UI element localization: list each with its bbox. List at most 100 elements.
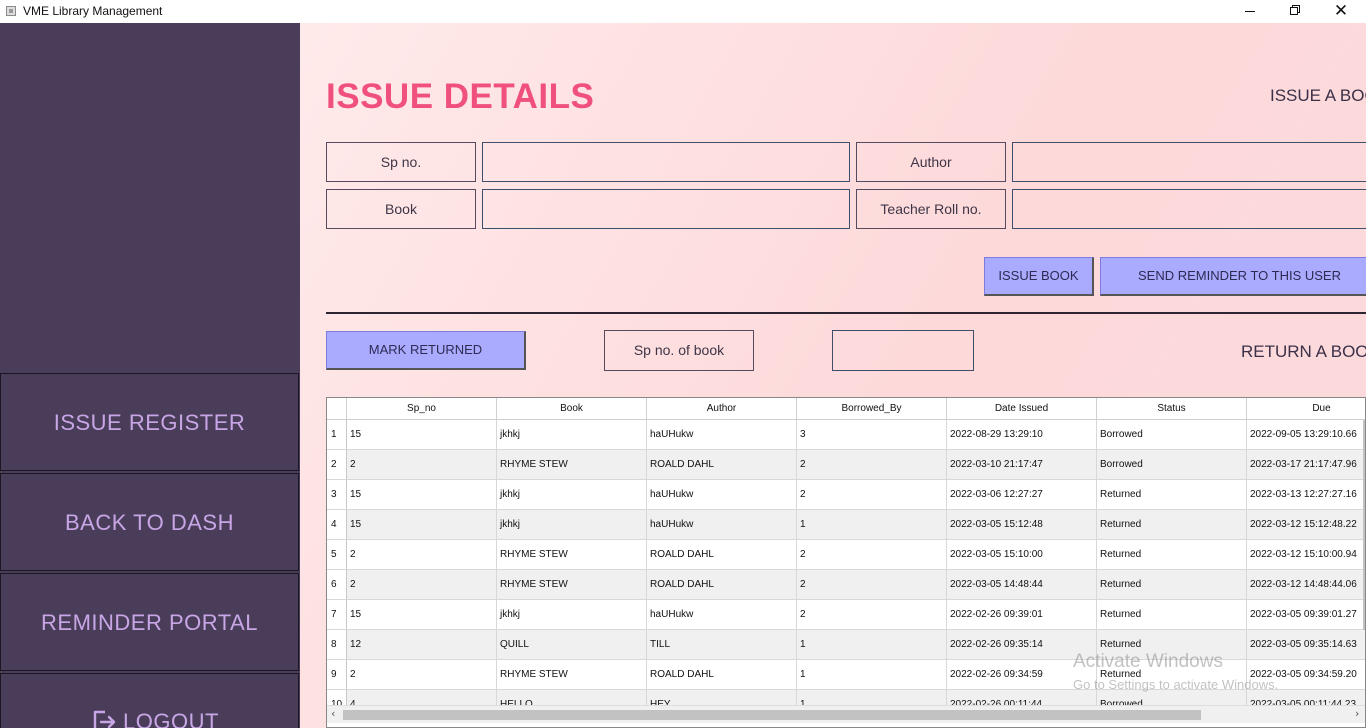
horizontal-scrollbar[interactable]: ‹ › <box>327 705 1365 723</box>
author-input[interactable] <box>1012 142 1366 182</box>
table-cell[interactable]: 2022-03-12 15:10:00.94 <box>1247 540 1365 570</box>
table-cell[interactable]: 2022-03-12 14:48:44.06 <box>1247 570 1365 600</box>
table-cell[interactable]: 15 <box>347 600 497 630</box>
table-cell[interactable]: 2022-09-05 13:29:10.66 <box>1247 420 1365 450</box>
table-cell[interactable]: 2 <box>797 570 947 600</box>
column-header[interactable]: Sp_no <box>347 398 497 420</box>
issue-book-button[interactable]: ISSUE BOOK <box>984 257 1094 296</box>
table-cell[interactable]: 2022-03-05 15:12:48 <box>947 510 1097 540</box>
table-cell[interactable]: 2022-03-12 15:12:48.22 <box>1247 510 1365 540</box>
table-cell[interactable]: 2022-03-05 15:10:00 <box>947 540 1097 570</box>
table-cell[interactable]: 2022-03-05 14:48:44 <box>947 570 1097 600</box>
mark-returned-button[interactable]: MARK RETURNED <box>326 331 526 370</box>
table-cell[interactable]: 2 <box>347 540 497 570</box>
table-cell[interactable]: haUHukw <box>647 600 797 630</box>
table-cell[interactable]: TILL <box>647 630 797 660</box>
scrollbar-thumb[interactable] <box>343 710 1201 720</box>
table-cell[interactable]: QUILL <box>497 630 647 660</box>
sidebar-item-back-to-dash[interactable]: BACK TO DASH <box>0 473 299 571</box>
table-row[interactable]: 7 15 jkhkj haUHukw 2 2022-02-26 09:39:01 Retur… <box>327 600 1365 630</box>
table-cell[interactable]: 2022-02-26 09:39:01 <box>947 600 1097 630</box>
column-header[interactable]: Author <box>647 398 797 420</box>
logout-label: LOGOUT <box>123 709 219 728</box>
table-cell[interactable]: 3 <box>797 420 947 450</box>
table-cell[interactable]: RHYME STEW <box>497 570 647 600</box>
close-button[interactable]: ✕ <box>1318 0 1364 23</box>
table-cell[interactable]: 1 <box>797 510 947 540</box>
table-cell[interactable]: jkhkj <box>497 420 647 450</box>
table-cell[interactable]: 2 <box>347 660 497 690</box>
table-cell[interactable]: 2 <box>347 450 497 480</box>
teacher-roll-input[interactable] <box>1012 189 1366 229</box>
row-number: 8 <box>327 630 347 660</box>
table-cell[interactable]: jkhkj <box>497 510 647 540</box>
table-cell[interactable]: 2 <box>797 600 947 630</box>
table-cell[interactable]: Borrowed <box>1097 420 1247 450</box>
column-header[interactable]: Status <box>1097 398 1247 420</box>
table-cell[interactable]: jkhkj <box>497 480 647 510</box>
table-cell[interactable]: Returned <box>1097 600 1247 630</box>
table-cell[interactable]: 2022-03-13 12:27:27.16 <box>1247 480 1365 510</box>
table-cell[interactable]: ROALD DAHL <box>647 540 797 570</box>
table-cell[interactable]: RHYME STEW <box>497 450 647 480</box>
table-cell[interactable]: Returned <box>1097 480 1247 510</box>
table-cell[interactable]: 2 <box>797 450 947 480</box>
table-cell[interactable]: 15 <box>347 480 497 510</box>
send-reminder-button[interactable]: SEND REMINDER TO THIS USER <box>1100 257 1366 296</box>
table-cell[interactable]: 2 <box>797 540 947 570</box>
sidebar-item-reminder-portal[interactable]: REMINDER PORTAL <box>0 573 299 671</box>
table-cell[interactable]: 2022-03-05 09:35:14.63 <box>1247 630 1365 660</box>
table-cell[interactable]: Returned <box>1097 570 1247 600</box>
table-row[interactable]: 4 15 jkhkj haUHukw 1 2022-03-05 15:12:48 Retur… <box>327 510 1365 540</box>
table-cell[interactable]: ROALD DAHL <box>647 570 797 600</box>
column-header[interactable]: Book <box>497 398 647 420</box>
table-cell[interactable]: 1 <box>797 660 947 690</box>
table-cell[interactable]: ROALD DAHL <box>647 660 797 690</box>
table-cell[interactable]: 2022-03-10 21:17:47 <box>947 450 1097 480</box>
table-cell[interactable]: 2 <box>797 480 947 510</box>
sidebar-item-logout[interactable]: LOGOUT <box>0 673 299 728</box>
activate-windows-watermark: Activate Windows <box>1073 651 1223 672</box>
table-row[interactable]: 5 2 RHYME STEW ROALD DAHL 2 2022-03-05 15:10:… <box>327 540 1365 570</box>
table-row[interactable]: 6 2 RHYME STEW ROALD DAHL 2 2022-03-05 14:48:… <box>327 570 1365 600</box>
scroll-right-icon[interactable]: › <box>1355 707 1359 720</box>
table-cell[interactable]: 15 <box>347 510 497 540</box>
table-cell[interactable]: RHYME STEW <box>497 540 647 570</box>
return-sp-input[interactable] <box>832 330 974 371</box>
table-cell[interactable]: haUHukw <box>647 420 797 450</box>
table-row[interactable]: 3 15 jkhkj haUHukw 2 2022-03-06 12:27:27 Retur… <box>327 480 1365 510</box>
table-cell[interactable]: 2022-08-29 13:29:10 <box>947 420 1097 450</box>
activate-windows-subtext: Go to Settings to activate Windows. <box>1073 677 1279 692</box>
window-title: VME Library Management <box>23 4 163 18</box>
column-header[interactable]: Due <box>1247 398 1365 420</box>
app-icon <box>6 6 16 16</box>
table-cell[interactable]: 2022-03-05 09:39:01.27 <box>1247 600 1365 630</box>
table-cell[interactable]: 2022-03-06 12:27:27 <box>947 480 1097 510</box>
table-cell[interactable]: 12 <box>347 630 497 660</box>
table-cell[interactable]: Borrowed <box>1097 450 1247 480</box>
table-cell[interactable]: 2022-03-17 21:17:47.96 <box>1247 450 1365 480</box>
section-divider <box>326 312 1366 314</box>
sp-no-input[interactable] <box>482 142 850 182</box>
minimize-button[interactable] <box>1227 0 1273 23</box>
table-cell[interactable]: 15 <box>347 420 497 450</box>
table-cell[interactable]: 1 <box>797 630 947 660</box>
table-cell[interactable]: haUHukw <box>647 480 797 510</box>
return-sp-label: Sp no. of book <box>604 330 754 371</box>
table-row[interactable]: 2 2 RHYME STEW ROALD DAHL 2 2022-03-10 21:17:… <box>327 450 1365 480</box>
table-row[interactable]: 1 15 jkhkj haUHukw 3 2022-08-29 13:29:10 Borro… <box>327 420 1365 450</box>
table-cell[interactable]: Returned <box>1097 510 1247 540</box>
table-cell[interactable]: ROALD DAHL <box>647 450 797 480</box>
maximize-button[interactable] <box>1272 0 1318 23</box>
table-cell[interactable]: haUHukw <box>647 510 797 540</box>
book-input[interactable] <box>482 189 850 229</box>
table-cell[interactable]: RHYME STEW <box>497 660 647 690</box>
row-number: 4 <box>327 510 347 540</box>
table-cell[interactable]: Returned <box>1097 540 1247 570</box>
sidebar-item-issue-register[interactable]: ISSUE REGISTER <box>0 373 299 471</box>
column-header[interactable]: Date Issued <box>947 398 1097 420</box>
scroll-left-icon[interactable]: ‹ <box>331 707 335 720</box>
table-cell[interactable]: jkhkj <box>497 600 647 630</box>
table-cell[interactable]: 2 <box>347 570 497 600</box>
column-header[interactable]: Borrowed_By <box>797 398 947 420</box>
